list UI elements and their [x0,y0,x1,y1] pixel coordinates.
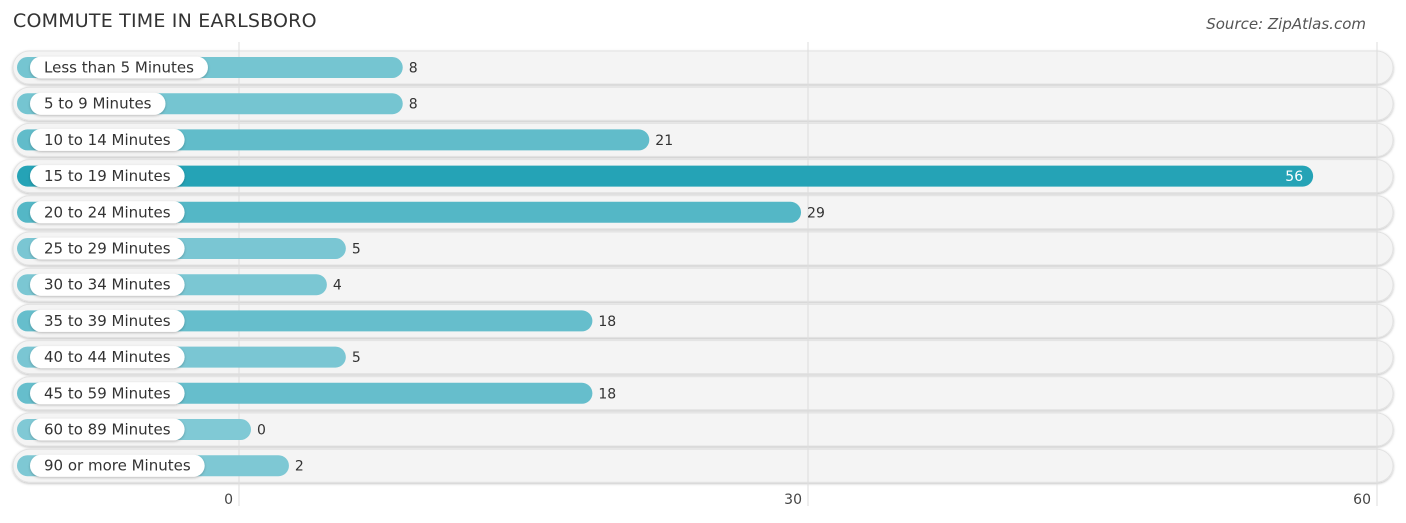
x-tick-label: 60 [1353,492,1371,508]
value-label: 4 [333,278,342,294]
value-label: 21 [655,133,673,149]
x-tick-label: 30 [784,492,802,508]
value-label: 0 [257,423,266,439]
bar[interactable] [17,165,1314,187]
category-label: 40 to 44 Minutes [44,348,171,366]
category-label: 30 to 34 Minutes [44,276,171,294]
bar-chart: Less than 5 Minutes 8 5 to 9 Minutes 8 10 to… [12,42,1394,508]
category-label: Less than 5 Minutes [44,59,194,77]
value-label: 29 [807,205,825,221]
value-label: 2 [295,459,304,475]
category-label: 35 to 39 Minutes [44,312,171,330]
category-label: 10 to 14 Minutes [44,131,171,149]
value-label: 8 [409,97,418,113]
category-label: 5 to 9 Minutes [44,95,152,113]
category-label: 90 or more Minutes [44,457,191,475]
category-label: 15 to 19 Minutes [44,167,171,185]
value-label: 5 [352,242,361,258]
category-label: 45 to 59 Minutes [44,384,171,402]
value-label: 18 [598,386,616,402]
value-label: 18 [598,314,616,330]
category-label: 60 to 89 Minutes [44,421,171,439]
value-label: 56 [1285,169,1303,185]
category-label: 25 to 29 Minutes [44,240,171,258]
x-tick-label: 0 [224,492,233,508]
value-label: 8 [409,61,418,77]
value-label: 5 [352,350,361,366]
category-label: 20 to 24 Minutes [44,203,171,221]
